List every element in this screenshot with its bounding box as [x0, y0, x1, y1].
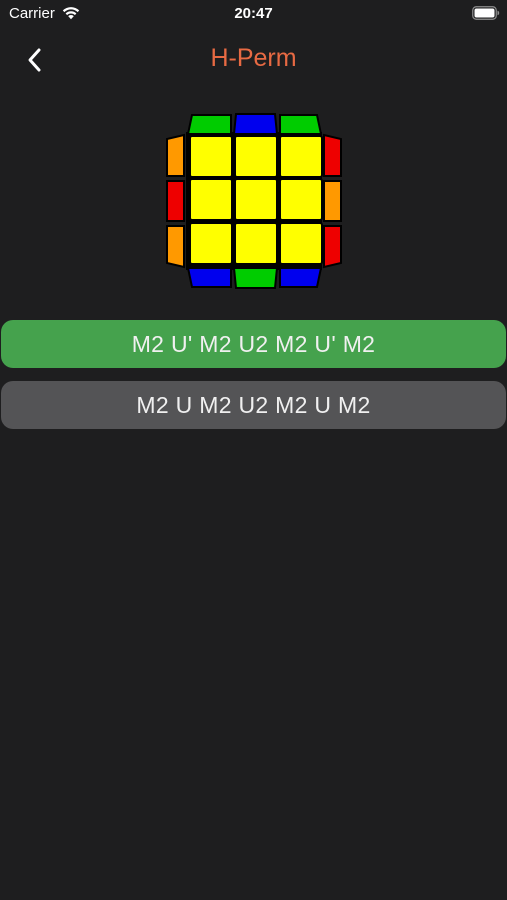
face-sticker	[189, 178, 233, 221]
face-sticker	[189, 222, 233, 265]
face-sticker	[234, 135, 278, 178]
page-title: H-Perm	[210, 44, 297, 72]
cube-diagram	[166, 113, 342, 289]
face-sticker	[234, 178, 278, 221]
clock-time: 20:47	[234, 5, 273, 22]
top-edge-sticker	[232, 113, 279, 135]
face-sticker	[279, 135, 323, 178]
top-edge-sticker	[279, 114, 323, 135]
battery-icon	[472, 6, 500, 20]
bottom-edge-sticker	[279, 267, 323, 288]
bottom-edge-sticker	[232, 267, 279, 289]
face-sticker	[189, 135, 233, 178]
face-sticker	[279, 222, 323, 265]
status-bar: Carrier 20:47	[0, 0, 507, 28]
face-sticker	[234, 222, 278, 265]
left-edge-sticker	[166, 180, 185, 222]
algorithm-button-secondary[interactable]: M2 U M2 U2 M2 U M2	[1, 381, 506, 429]
face-sticker	[279, 178, 323, 221]
right-edge-sticker	[323, 180, 342, 222]
left-edge-sticker	[166, 225, 185, 269]
screen: Carrier 20:47 H-Perm M2 U' M2 U2 M2 U' M…	[0, 0, 507, 900]
right-edge-sticker	[323, 225, 342, 269]
right-edge-sticker	[323, 133, 342, 177]
algorithm-button-primary[interactable]: M2 U' M2 U2 M2 U' M2	[1, 320, 506, 368]
left-edge-sticker	[166, 133, 185, 177]
bottom-edge-sticker	[186, 267, 232, 288]
top-edge-sticker	[186, 114, 232, 135]
